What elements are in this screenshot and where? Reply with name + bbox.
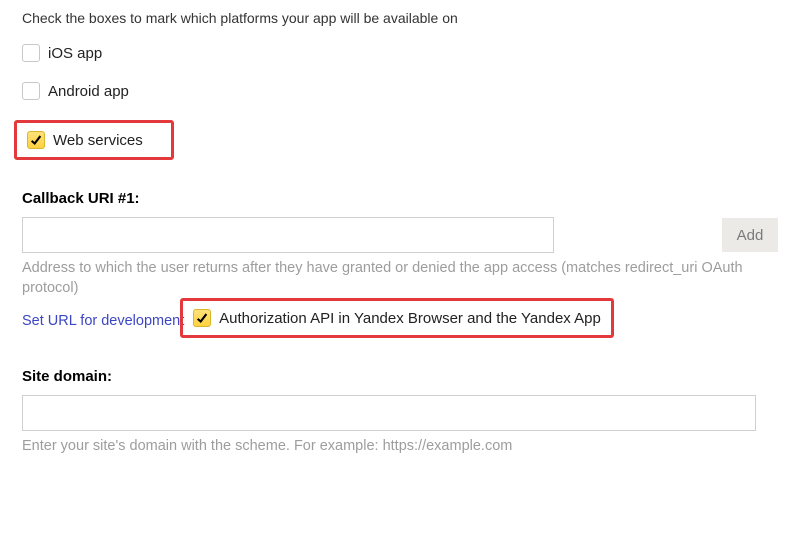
platform-android-row[interactable]: Android app	[22, 82, 778, 100]
checkbox-unchecked-icon[interactable]	[22, 44, 40, 62]
checkbox-checked-icon[interactable]	[193, 309, 211, 327]
platform-ios-label: iOS app	[48, 45, 102, 62]
highlight-auth-api: Authorization API in Yandex Browser and …	[180, 298, 614, 338]
add-button[interactable]: Add	[722, 218, 778, 252]
checkbox-checked-icon[interactable]	[27, 131, 45, 149]
set-dev-url-link[interactable]: Set URL for development	[22, 313, 184, 329]
platform-android-label: Android app	[48, 83, 129, 100]
site-domain-hint: Enter your site's domain with the scheme…	[22, 437, 778, 457]
platform-ios-row[interactable]: iOS app	[22, 44, 778, 62]
platforms-intro: Check the boxes to mark which platforms …	[22, 10, 778, 26]
site-domain-label: Site domain:	[22, 368, 778, 385]
highlight-web-services: Web services	[14, 120, 174, 160]
checkbox-unchecked-icon[interactable]	[22, 82, 40, 100]
callback-uri-hint: Address to which the user returns after …	[22, 259, 778, 298]
callback-uri-row: Add	[22, 217, 778, 253]
callback-uri-label: Callback URI #1:	[22, 190, 778, 207]
callback-uri-input[interactable]	[22, 217, 554, 253]
platform-web-label: Web services	[53, 132, 143, 149]
platform-auth-api-label: Authorization API in Yandex Browser and …	[219, 310, 601, 327]
site-domain-input[interactable]	[22, 395, 756, 431]
